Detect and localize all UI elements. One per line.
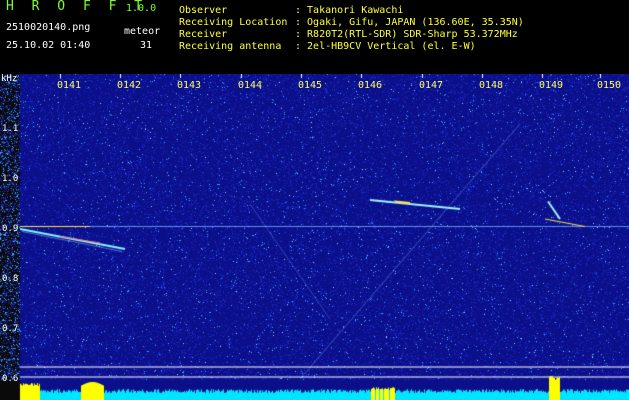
meteor-label: meteor	[124, 26, 161, 37]
y-tick-label: 1.0	[2, 174, 19, 184]
receiver-label: Receiver	[179, 29, 228, 40]
app-version: 1.0.0	[126, 3, 157, 14]
location-label: Receiving Location	[179, 17, 288, 28]
x-tick-label: 0143	[177, 80, 202, 91]
x-tick-label: 0150	[597, 80, 622, 91]
observer-label: Observer	[179, 5, 228, 16]
y-tick-label: 0.8	[2, 274, 19, 284]
receiver-value: : R820T2(RTL-SDR) SDR-Sharp 53.372MHz	[295, 29, 518, 40]
observer-value: : Takanori Kawachi	[295, 5, 404, 16]
datetime: 25.10.02 01:40	[6, 40, 91, 51]
x-tick-label: 0148	[479, 80, 504, 91]
x-tick-label: 0149	[539, 80, 564, 91]
x-tick-label: 0145	[298, 80, 323, 91]
x-tick-label: 0141	[57, 80, 82, 91]
y-tick-label: 0.6	[2, 374, 19, 384]
header-panel: H R O F F T 1.0.0 2510020140.png 25.10.0…	[0, 0, 629, 74]
x-tick-label: 0142	[117, 80, 142, 91]
location-value: : Ogaki, Gifu, JAPAN (136.60E, 35.35N)	[295, 17, 524, 28]
y-tick-label: 0.9	[2, 224, 19, 234]
x-tick-label: 0144	[238, 80, 263, 91]
meteor-count: 31	[140, 40, 153, 51]
y-unit-label: kHz	[1, 74, 18, 84]
y-tick-label: 0.7	[2, 324, 19, 334]
x-tick-label: 0146	[358, 80, 383, 91]
spectrogram-plot	[0, 74, 629, 400]
file-name: 2510020140.png	[6, 22, 91, 33]
x-tick-label: 0147	[419, 80, 444, 91]
antenna-label: Receiving antenna	[179, 41, 282, 52]
y-tick-label: 1.1	[2, 124, 19, 134]
antenna-value: : 2el-HB9CV Vertical (el. E-W)	[295, 41, 476, 52]
